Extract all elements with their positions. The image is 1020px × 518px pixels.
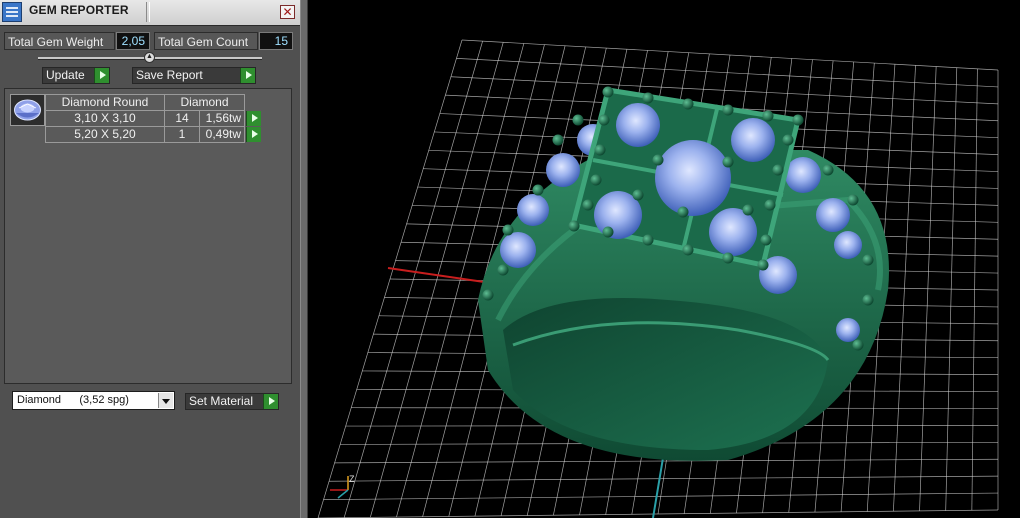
- prong-bead: [847, 194, 859, 206]
- prong-bead: [497, 264, 509, 276]
- gem-size: 3,10 X 3,10: [45, 110, 165, 127]
- gem-reporter-panel: GEM REPORTER ✕ Total Gem Weight 2,05 Tot…: [0, 0, 300, 518]
- total-gem-weight-label: Total Gem Weight: [4, 32, 115, 50]
- set-material-button-label: Set Material: [189, 394, 254, 408]
- gem-weight: 0,49tw: [199, 126, 245, 143]
- prong-bead: [652, 154, 664, 166]
- prong-bead: [532, 184, 544, 196]
- prong-bead: [862, 294, 874, 306]
- header-shape: Diamond Round: [45, 94, 165, 111]
- prong-bead: [742, 204, 754, 216]
- prong-bead: [568, 220, 580, 232]
- prong-bead: [602, 86, 614, 98]
- prong-bead: [602, 226, 614, 238]
- prong-bead: [722, 252, 734, 264]
- prong-bead: [590, 174, 602, 186]
- total-gem-weight-value: 2,05: [116, 32, 150, 50]
- gem-small: [709, 208, 757, 256]
- prong-bead: [722, 156, 734, 168]
- gem-small: [616, 103, 660, 147]
- row-select-button[interactable]: [246, 110, 261, 126]
- prong-bead: [762, 110, 774, 122]
- prong-bead: [594, 144, 606, 156]
- gem-size: 5,20 X 5,20: [45, 126, 165, 143]
- prong-bead: [642, 234, 654, 246]
- panel-titlebar[interactable]: GEM REPORTER ✕: [0, 0, 300, 26]
- panel-splitter[interactable]: [300, 0, 308, 518]
- panel-title: GEM REPORTER: [29, 3, 129, 17]
- prong-bead: [502, 224, 514, 236]
- prong-bead: [772, 164, 784, 176]
- prong-bead: [760, 234, 772, 246]
- gem-weight: 1,56tw: [199, 110, 245, 127]
- viewport-canvas[interactable]: Z: [308, 0, 1020, 518]
- material-select-value: Diamond (3,52 spg): [17, 394, 129, 406]
- prong-bead: [722, 104, 734, 116]
- close-button[interactable]: ✕: [280, 5, 295, 19]
- play-arrow-icon: [263, 394, 278, 409]
- 3d-viewport[interactable]: Z: [308, 0, 1020, 518]
- dropdown-arrow-icon[interactable]: [158, 393, 173, 408]
- prong-bead: [642, 92, 654, 104]
- row-select-button[interactable]: [246, 126, 261, 142]
- total-gem-count-label: Total Gem Count: [154, 32, 258, 50]
- gem-table: Diamond Round Diamond 3,10 X 3,10 14 1,5…: [45, 94, 261, 143]
- collapse-handle-icon[interactable]: ▲: [144, 52, 155, 63]
- update-button[interactable]: Update: [42, 67, 110, 84]
- prong-bead: [632, 189, 644, 201]
- title-separator: [146, 2, 150, 22]
- prong-bead: [682, 98, 694, 110]
- prong-bead: [552, 134, 564, 146]
- total-gem-count-value: 15: [259, 32, 293, 50]
- update-button-label: Update: [46, 68, 85, 82]
- grid-line: [323, 492, 999, 500]
- material-select[interactable]: Diamond (3,52 spg): [12, 391, 175, 410]
- gem-count: 14: [164, 110, 200, 127]
- play-arrow-icon: [240, 68, 255, 83]
- gem-table-header: Diamond Round Diamond: [45, 94, 261, 111]
- prong-bead: [682, 244, 694, 256]
- header-material: Diamond: [164, 94, 245, 111]
- prong-bead: [764, 199, 776, 211]
- save-report-button[interactable]: Save Report: [132, 67, 256, 84]
- set-material-button[interactable]: Set Material: [185, 393, 279, 410]
- prong-bead: [677, 206, 689, 218]
- gem-count: 1: [164, 126, 200, 143]
- gem-small: [731, 118, 775, 162]
- prong-bead: [598, 114, 610, 126]
- play-arrow-icon: [94, 68, 109, 83]
- prong-bead: [822, 164, 834, 176]
- prong-bead: [572, 114, 584, 126]
- grid-line: [317, 509, 999, 518]
- prong-bead: [757, 259, 769, 271]
- table-row[interactable]: 5,20 X 5,20 1 0,49tw: [45, 126, 261, 143]
- prong-bead: [862, 254, 874, 266]
- save-report-button-label: Save Report: [136, 68, 203, 82]
- prong-bead: [482, 289, 494, 301]
- prong-bead: [792, 114, 804, 126]
- axis-label-z: Z: [349, 474, 355, 484]
- prong-bead: [582, 199, 594, 211]
- gem-thumbnail-icon: [10, 94, 45, 126]
- prong-bead: [852, 339, 864, 351]
- ring-model[interactable]: [478, 86, 889, 461]
- table-row[interactable]: 3,10 X 3,10 14 1,56tw: [45, 110, 261, 127]
- prong-bead: [782, 134, 794, 146]
- app-icon: [2, 2, 22, 22]
- gem-center-large: [655, 140, 731, 216]
